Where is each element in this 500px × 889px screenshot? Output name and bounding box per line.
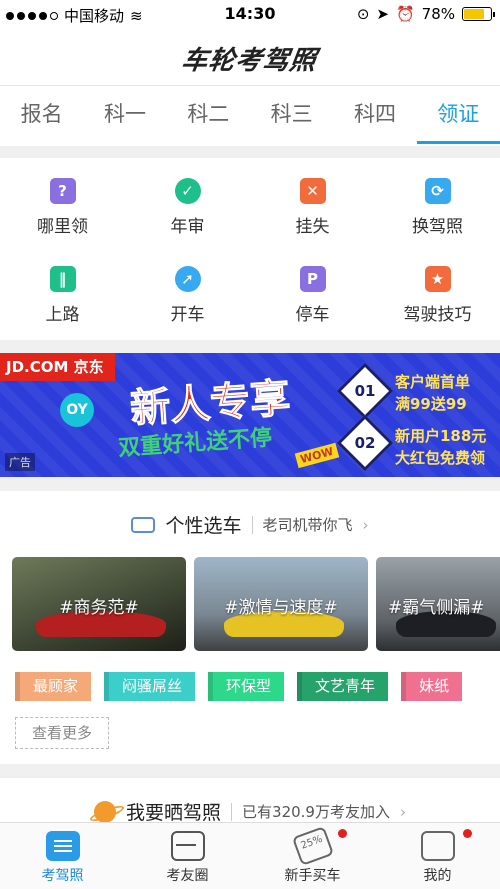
personality-header[interactable]: 个性选车 老司机带你飞 › <box>0 511 500 538</box>
grid-item-label: 停车 <box>295 305 330 325</box>
car-tag-chips: 最顾家 闷骚屌丝 环保型 文艺青年 妹纸 <box>15 672 463 701</box>
compass-icon: ➚ <box>174 266 201 292</box>
notification-dot <box>338 829 347 838</box>
status-bar: 中国移动 ≋ 14:30 ⊙ ➤ ⏰ 78% <box>0 0 500 28</box>
steering-wheel-icon <box>170 831 205 861</box>
car-card-label: #激情与速度# <box>224 598 338 618</box>
loss-icon: ✕ <box>299 178 326 204</box>
notification-dot <box>463 829 472 838</box>
personality-car-section: 个性选车 老司机带你飞 › #商务范# #激情与速度# #霸气侧漏# 最顾家 闷骚… <box>0 491 500 764</box>
nav-item-0[interactable]: 考驾照 <box>0 823 125 889</box>
grid-item-label: 挂失 <box>295 217 330 237</box>
battery-icon <box>462 7 495 21</box>
grid-item-6[interactable]: P 停车 <box>250 246 375 338</box>
car-icon <box>131 516 156 533</box>
ad-offer-1-line1: 客户端首单 <box>395 373 471 391</box>
grid-item-label: 换驾照 <box>412 217 463 237</box>
show-license-section: 我要晒驾照 已有320.9万考友加入 › <box>0 778 500 828</box>
check-icon: ✓ <box>174 178 201 204</box>
ad-offer-2-line1: 新用户188元 <box>395 427 487 445</box>
nav-label: 我的 <box>423 868 452 884</box>
grid-item-7[interactable]: ★ 驾驶技巧 <box>375 246 500 338</box>
location-icon: ➤ <box>376 5 389 23</box>
car-tag-chip[interactable]: 妹纸 <box>401 672 463 701</box>
app-screen: 中国移动 ≋ 14:30 ⊙ ➤ ⏰ 78% 车轮考驾照 报名 科一 科二 科三 科四领… <box>0 0 500 889</box>
road-icon: ‖ <box>49 266 76 292</box>
license-icon <box>45 831 80 861</box>
car-card-speed[interactable]: #激情与速度# <box>194 557 368 651</box>
ad-oy-badge: OY <box>60 393 94 427</box>
planet-icon <box>94 800 117 823</box>
nav-item-3[interactable]: 我的 <box>375 823 500 889</box>
chevron-right-icon: › <box>399 802 406 821</box>
tab-4[interactable]: 科四 <box>333 86 416 146</box>
car-tag-chip[interactable]: 最顾家 <box>15 672 92 701</box>
grid-item-label: 开车 <box>170 305 205 325</box>
personality-subtitle: 老司机带你飞 <box>262 516 353 534</box>
car-card-label: #霸气侧漏# <box>388 598 485 618</box>
car-tag-chip[interactable]: 闷骚屌丝 <box>104 672 196 701</box>
ad-banner[interactable]: JD.COM 京东 OY 新人专享 双重好礼送不停 WOW 01 客户端首单 满… <box>0 353 500 477</box>
ad-offer-1-line2: 满99送99 <box>395 395 467 413</box>
grid-item-label: 哪里领 <box>37 217 88 237</box>
grid-item-0[interactable]: ? 哪里领 <box>0 158 125 246</box>
grid-item-5[interactable]: ➚ 开车 <box>125 246 250 338</box>
car-card-business[interactable]: #商务范# <box>12 557 186 651</box>
tab-0[interactable]: 报名 <box>0 86 83 146</box>
tab-1[interactable]: 科一 <box>83 86 166 146</box>
car-tag-chip[interactable]: 文艺青年 <box>297 672 389 701</box>
title-bar: 车轮考驾照 <box>0 28 500 86</box>
grid-item-label: 驾驶技巧 <box>403 305 472 325</box>
car-card-label: #商务范# <box>59 598 139 618</box>
car-style-carousel[interactable]: #商务范# #激情与速度# #霸气侧漏# <box>12 557 500 651</box>
battery-percent: 78% <box>421 5 455 23</box>
ad-label: 广告 <box>5 453 35 471</box>
grid-item-label: 年审 <box>170 217 205 237</box>
tab-3[interactable]: 科三 <box>250 86 333 146</box>
grid-item-4[interactable]: ‖ 上路 <box>0 246 125 338</box>
question-icon: ? <box>49 178 76 204</box>
nav-item-2[interactable]: 25% 新手买车 <box>250 823 375 889</box>
tab-2[interactable]: 科二 <box>167 86 250 146</box>
chevron-right-icon: › <box>362 515 369 534</box>
view-more-button[interactable]: 查看更多 <box>15 717 109 749</box>
app-logo: 车轮考驾照 <box>180 46 320 76</box>
subject-tabs: 报名 科一 科二 科三 科四 领证 <box>0 86 500 146</box>
parking-icon: P <box>299 266 326 292</box>
header-divider <box>251 515 253 534</box>
ad-offer-2-line2: 大红包免费领 <box>395 449 486 467</box>
tab-5[interactable]: 领证 <box>416 86 500 146</box>
nav-label: 考友圈 <box>166 868 209 884</box>
refresh-icon: ⟳ <box>424 178 451 204</box>
show-license-subtitle: 已有320.9万考友加入 <box>242 803 390 821</box>
jd-logo: JD.COM 京东 <box>0 353 115 381</box>
rotation-lock-icon: ⊙ <box>356 5 370 23</box>
status-right: ⊙ ➤ ⏰ 78% <box>356 5 495 23</box>
discount-tag-icon: 25% <box>291 826 334 866</box>
grid-item-3[interactable]: ⟳ 换驾照 <box>375 158 500 246</box>
nav-item-1[interactable]: 考友圈 <box>125 823 250 889</box>
bottom-navigation: 考驾照 考友圈 25% 新手买车 我的 <box>0 822 500 889</box>
star-icon: ★ <box>424 266 451 292</box>
car-card-domineering[interactable]: #霸气侧漏# <box>376 557 500 651</box>
car-tag-chip[interactable]: 环保型 <box>208 672 285 701</box>
nav-label: 考驾照 <box>41 868 84 884</box>
header-divider <box>231 802 233 821</box>
license-feature-grid: ? 哪里领 ✓ 年审 ✕ 挂失 ⟳ 换驾照 ‖ 上路 ➚ 开车 P 停车 ★ 驾驶技巧 <box>0 158 500 340</box>
show-license-title: 我要晒驾照 <box>126 802 222 824</box>
grid-item-1[interactable]: ✓ 年审 <box>125 158 250 246</box>
alarm-icon: ⏰ <box>395 5 415 23</box>
grid-item-label: 上路 <box>45 305 80 325</box>
personality-title: 个性选车 <box>165 515 242 537</box>
nav-label: 新手买车 <box>284 868 341 884</box>
grid-item-2[interactable]: ✕ 挂失 <box>250 158 375 246</box>
show-license-header[interactable]: 我要晒驾照 已有320.9万考友加入 › <box>0 798 500 825</box>
user-icon <box>420 831 455 861</box>
